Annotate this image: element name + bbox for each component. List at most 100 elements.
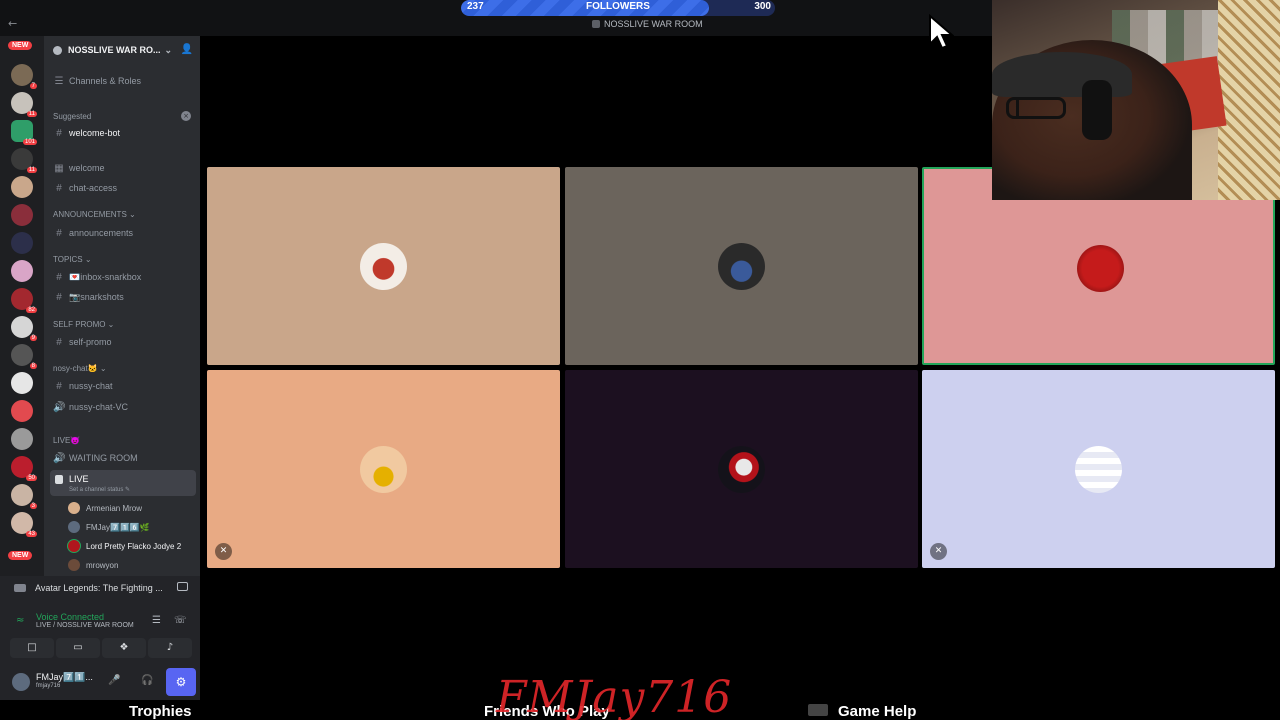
video-tile[interactable]: ✕ [207,370,560,568]
server-icon[interactable] [11,400,33,422]
hash-icon: # [56,291,62,303]
hash-icon: # [56,380,62,392]
announcement-icon: ▦ [54,162,64,174]
screen-share-button[interactable]: ▭ [56,638,100,658]
server-badge: 11 [26,111,37,117]
screen-share-icon[interactable] [177,582,188,591]
add-member-icon[interactable]: 👤 [181,44,193,55]
server-icon[interactable] [11,232,33,254]
server-badge: 101 [22,139,37,145]
user-name: FMJay7️⃣1️⃣... [36,672,93,682]
channel-waiting-room[interactable]: 🔊 WAITING ROOM [50,449,196,467]
trophies-label[interactable]: Trophies [129,703,192,720]
mouse-cursor-icon [929,14,954,50]
microphone-icon[interactable]: 🎤 [108,675,120,686]
server-icon[interactable]: 3 [11,484,37,509]
category-nosy-chat[interactable]: nosy-chat🐱 ⌄ [53,364,107,373]
channel-status[interactable]: Set a channel status ✎ [69,486,130,493]
avatar [360,446,407,493]
camera-off-button[interactable]: □ [10,638,54,658]
server-icon[interactable]: 11 [11,92,37,117]
category-self-promo[interactable]: SELF PROMO ⌄ [53,320,114,329]
channel-label: WAITING ROOM [69,453,138,463]
voice-member[interactable]: Lord Pretty Flacko Jodye 2 [68,538,181,554]
server-icon[interactable] [11,372,33,394]
video-tile[interactable] [565,370,918,568]
channel-snarkshots[interactable]: # 📷snarkshots [50,288,196,306]
activities-button[interactable]: ❖ [102,638,146,658]
avatar[interactable] [12,673,30,691]
server-icon[interactable] [11,204,33,226]
screen-share-icon: ▭ [73,642,83,653]
channel-nussy-chat[interactable]: # nussy-chat [50,377,196,395]
channel-nussy-chat-vc[interactable]: 🔊 nussy-chat-VC [50,398,196,416]
voice-member[interactable]: FMJay7️⃣1️⃣6️⃣🌿 [68,519,150,535]
channel-label: announcements [69,228,134,238]
back-arrow-icon[interactable]: ← [8,17,17,30]
followers-label: FOLLOWERS [586,1,650,12]
voice-member[interactable]: Armenian Mrow [68,500,142,516]
channel-label: 💌inbox-snarkbox [69,271,142,282]
signal-icon[interactable]: ≈ [16,615,24,626]
server-icon[interactable]: 11 [11,148,37,173]
member-name: mrowyon [86,560,119,570]
game-icon [14,584,26,592]
game-help-label[interactable]: Game Help [838,703,916,720]
video-tile[interactable]: ✕ [922,370,1275,568]
channel-announcements[interactable]: # announcements [50,224,196,242]
avatar [68,521,80,533]
channel-welcome-bot[interactable]: # welcome-bot [50,124,196,142]
video-tile[interactable] [207,167,560,365]
speaker-icon: 🔊 [53,401,66,413]
server-icon[interactable] [11,428,33,450]
channels-roles-item[interactable]: ☰ Channels & Roles [50,72,196,90]
activities-icon: ❖ [119,642,129,653]
category-live[interactable]: LIVE😈 [53,436,80,445]
new-pill-bottom[interactable]: NEW [8,551,33,560]
avatar [360,243,407,290]
category-announcements[interactable]: ANNOUNCEMENTS ⌄ [53,210,136,219]
activity-strip[interactable]: Avatar Legends: The Fighting ... [0,576,200,600]
server-header[interactable]: NOSSLIVE WAR RO... ⌄ 👤 [44,36,200,64]
channel-chat-access[interactable]: # chat-access [50,179,196,197]
close-suggested-icon[interactable]: × [181,111,191,121]
server-icon[interactable] [11,176,33,198]
gear-icon[interactable]: ⚙ [166,668,196,696]
server-icon[interactable] [11,260,33,282]
voice-member[interactable]: mrowyon [68,557,118,573]
headphones-icon[interactable]: 🎧 [141,675,153,686]
server-icon[interactable]: 82 [11,288,37,313]
voice-status[interactable]: Voice Connected [36,612,104,622]
noise-suppression-icon[interactable]: ☰ [152,615,161,626]
channel-self-promo[interactable]: # self-promo [50,333,196,351]
avatar [1075,446,1122,493]
webcam-overlay [992,0,1280,200]
channel-inbox-snarkbox[interactable]: # 💌inbox-snarkbox [50,268,196,286]
channel-label: nussy-chat-VC [69,402,129,412]
server-icon[interactable]: 50 [11,456,37,481]
server-icon[interactable]: 9 [11,316,37,341]
user-panel: FMJay7️⃣1️⃣... fmjay716 🎤 🎧 ⚙ [0,664,200,700]
server-icon[interactable]: 8 [11,344,37,369]
channel-label: 📷snarkshots [69,291,124,302]
lock-icon [55,475,63,484]
category-topics[interactable]: TOPICS ⌄ [53,255,92,264]
channel-label: LIVE [69,474,89,484]
server-icon[interactable]: 43 [11,512,37,537]
soundboard-button[interactable]: ♪ [148,638,192,658]
avatar [1077,245,1124,292]
channel-label: welcome [69,163,105,173]
new-pill-top[interactable]: NEW [8,41,33,50]
hash-icon: # [56,227,62,239]
server-icon[interactable]: 101 [11,120,37,145]
video-tile[interactable] [565,167,918,365]
server-badge: 82 [26,307,37,313]
channels-roles-label: Channels & Roles [69,76,142,86]
stream-screen: ← FOLLOWERS 237 300 NOSSLIVE WAR ROOM NE… [0,0,1280,720]
channel-welcome[interactable]: ▦ welcome [50,159,196,177]
disconnect-icon[interactable]: ☏ [174,615,187,626]
server-icon[interactable]: 7 [11,64,37,89]
category-label: nosy-chat🐱 [53,364,98,373]
list-icon: ☰ [54,75,64,87]
channel-live[interactable]: LIVE Set a channel status ✎ [50,470,196,496]
